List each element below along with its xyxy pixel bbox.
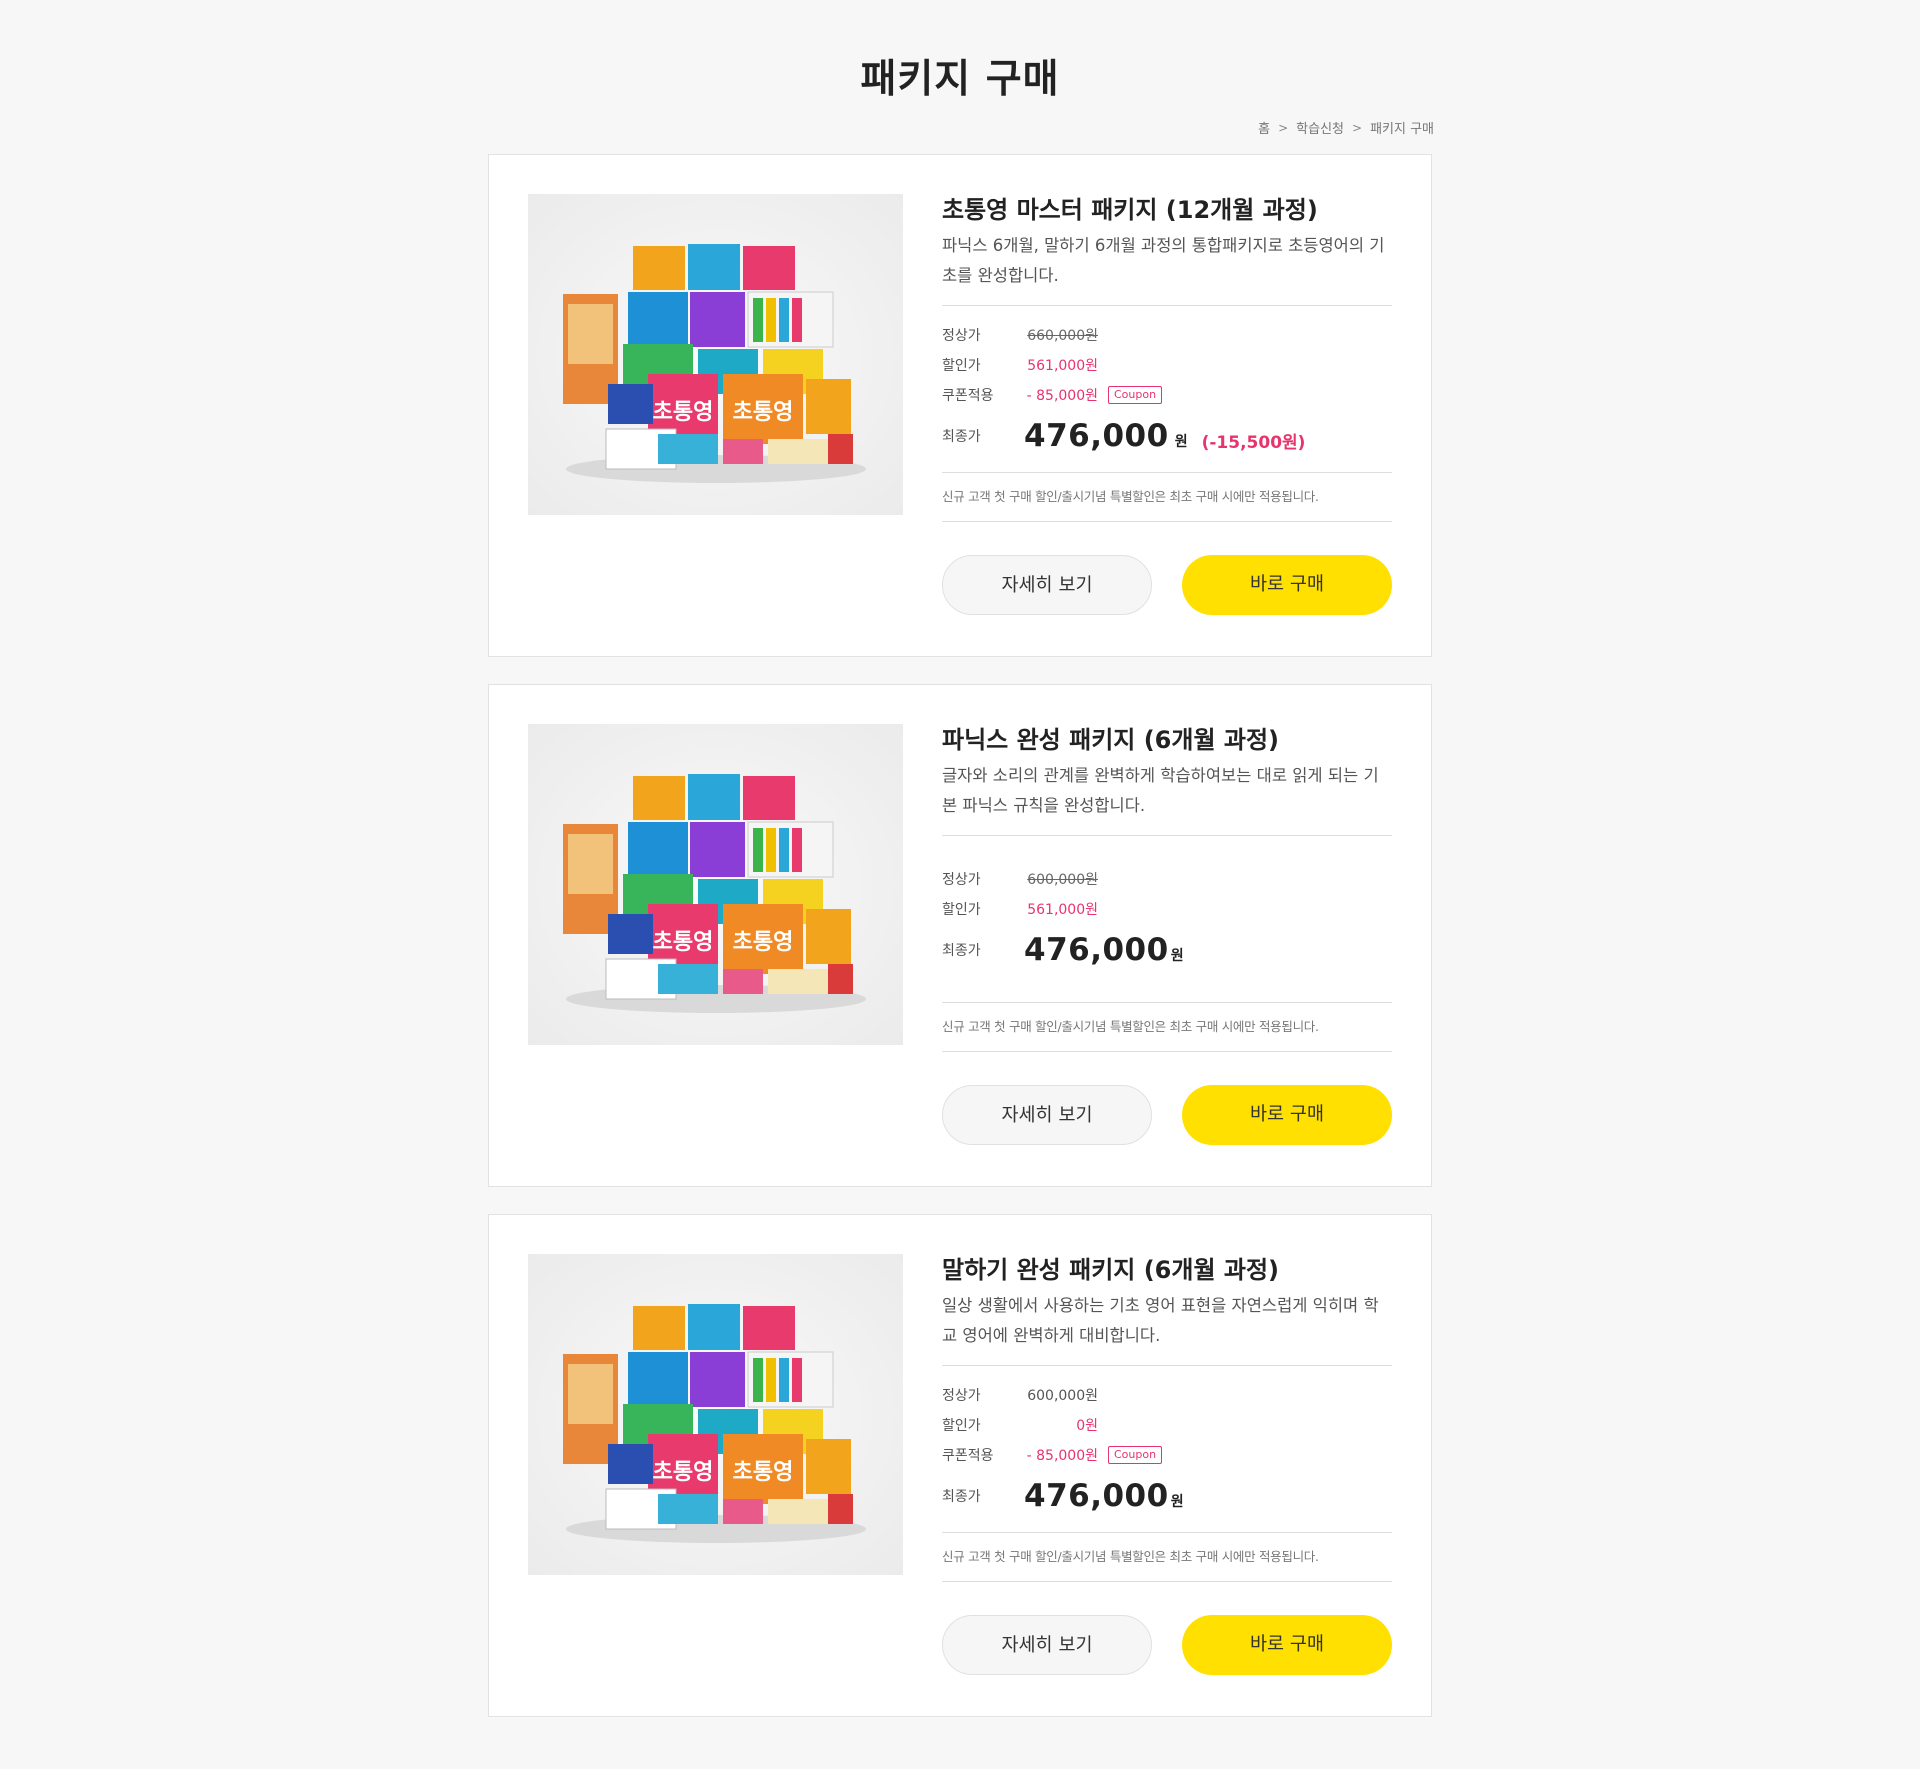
- chevron-right-icon: >: [1278, 120, 1289, 135]
- discount-price-row: 할인가 561,000원: [942, 350, 1392, 380]
- currency-unit: 원: [1174, 434, 1188, 450]
- action-buttons: 자세히 보기 바로 구매: [942, 1615, 1392, 1675]
- regular-price-label: 정상가: [942, 328, 981, 344]
- action-buttons: 자세히 보기 바로 구매: [942, 1085, 1392, 1145]
- package-description: 일상 생활에서 사용하는 기초 영어 표현을 자연스럽게 익히며 학교 영어에 …: [942, 1296, 1379, 1345]
- book-bundle-image: 초통영 초통영: [528, 724, 903, 1045]
- regular-price-row: 정상가 600,000원: [942, 1380, 1392, 1410]
- final-price-value: 476,000: [1024, 1478, 1169, 1514]
- detail-button[interactable]: 자세히 보기: [942, 555, 1152, 615]
- regular-price-row: 정상가 600,000원: [942, 864, 1392, 894]
- divider: [942, 1365, 1392, 1366]
- package-info: 파닉스 완성 패키지 (6개월 과정) 글자와 소리의 관계를 완벽하게 학습하…: [942, 723, 1392, 1052]
- breadcrumb-apply[interactable]: 학습신청: [1296, 118, 1344, 137]
- page-title: 패키지 구매: [860, 57, 1060, 102]
- final-price-value: 476,000: [1024, 418, 1169, 454]
- svg-text:초통영: 초통영: [733, 400, 794, 425]
- breadcrumb-current: 패키지 구매: [1370, 122, 1434, 137]
- final-price-label: 최종가: [942, 1489, 981, 1505]
- svg-text:초통영: 초통영: [733, 1460, 794, 1485]
- breadcrumb: 홈 > 학습신청 > 패키지 구매: [1258, 118, 1434, 138]
- detail-button[interactable]: 자세히 보기: [942, 1615, 1152, 1675]
- package-card-speaking: 초통영 초통영 말하기 완성 패키지 (6개월 과정) 일상 생활에서 사용하는…: [488, 1214, 1432, 1717]
- price-table: 정상가 660,000원 할인가 561,000원 쿠폰적용 - 85,000원…: [942, 320, 1392, 460]
- final-price-value: 476,000: [1024, 932, 1169, 968]
- svg-text:초통영: 초통영: [653, 400, 714, 425]
- buy-now-button[interactable]: 바로 구매: [1182, 1615, 1392, 1675]
- package-description: 글자와 소리의 관계를 완벽하게 학습하여보는 대로 읽게 되는 기본 파닉스 …: [942, 766, 1379, 815]
- chevron-right-icon: >: [1352, 120, 1363, 135]
- divider: [942, 1051, 1392, 1052]
- discount-price-label: 할인가: [942, 902, 981, 918]
- discount-price-value: 0원: [1076, 1418, 1098, 1434]
- final-price-label: 최종가: [942, 943, 981, 959]
- regular-price-label: 정상가: [942, 872, 981, 888]
- price-table: 정상가 600,000원 할인가 561,000원 최종가 476,000 원: [942, 864, 1392, 974]
- divider: [942, 835, 1392, 836]
- discount-price-row: 할인가 0원: [942, 1410, 1392, 1440]
- notice-text: 신규 고객 첫 구매 할인/출시기념 특별할인은 최초 구매 시에만 적용됩니다…: [942, 489, 1319, 504]
- divider: [942, 305, 1392, 306]
- svg-text:초통영: 초통영: [653, 1460, 714, 1485]
- final-price-row: 최종가 476,000 원: [942, 926, 1392, 974]
- discount-price-value: 561,000원: [1027, 358, 1098, 374]
- price-table: 정상가 600,000원 할인가 0원 쿠폰적용 - 85,000원 Coupo…: [942, 1380, 1392, 1520]
- package-card-master: 초통영 초통영 초통영 마스터 패키지 (12개월 과정) 파닉스 6개월, 말…: [488, 154, 1432, 657]
- coupon-row: 쿠폰적용 - 85,000원 Coupon: [942, 380, 1392, 410]
- buy-now-button[interactable]: 바로 구매: [1182, 555, 1392, 615]
- package-info: 초통영 마스터 패키지 (12개월 과정) 파닉스 6개월, 말하기 6개월 과…: [942, 193, 1392, 522]
- book-bundle-image: 초통영 초통영: [528, 194, 903, 515]
- breadcrumb-home[interactable]: 홈: [1258, 118, 1270, 137]
- notice-text: 신규 고객 첫 구매 할인/출시기념 특별할인은 최초 구매 시에만 적용됩니다…: [942, 1549, 1319, 1564]
- final-price-label: 최종가: [942, 429, 981, 445]
- regular-price-row: 정상가 660,000원: [942, 320, 1392, 350]
- currency-unit: 원: [1170, 948, 1184, 964]
- currency-unit: 원: [1170, 1494, 1184, 1510]
- package-name: 초통영 마스터 패키지 (12개월 과정): [942, 196, 1318, 224]
- package-info: 말하기 완성 패키지 (6개월 과정) 일상 생활에서 사용하는 기초 영어 표…: [942, 1253, 1392, 1582]
- detail-button[interactable]: 자세히 보기: [942, 1085, 1152, 1145]
- svg-text:초통영: 초통영: [653, 930, 714, 955]
- coupon-badge: Coupon: [1108, 1446, 1163, 1464]
- coupon-badge: Coupon: [1108, 386, 1163, 404]
- buy-now-button[interactable]: 바로 구매: [1182, 1085, 1392, 1145]
- saving-amount: (-15,500원): [1201, 432, 1306, 453]
- regular-price-value: 600,000원: [1027, 872, 1098, 888]
- package-name: 말하기 완성 패키지 (6개월 과정): [942, 1256, 1280, 1284]
- final-price-row: 최종가 476,000 원: [942, 1472, 1392, 1520]
- discount-price-label: 할인가: [942, 1418, 981, 1434]
- regular-price-value: 660,000원: [1027, 328, 1098, 344]
- discount-price-label: 할인가: [942, 358, 981, 374]
- coupon-value: - 85,000원: [1026, 388, 1098, 404]
- regular-price-value: 600,000원: [1027, 1388, 1098, 1404]
- coupon-label: 쿠폰적용: [942, 1448, 994, 1464]
- discount-price-row: 할인가 561,000원: [942, 894, 1392, 924]
- coupon-row: 쿠폰적용 - 85,000원 Coupon: [942, 1440, 1392, 1470]
- final-price-row: 최종가 476,000 원 (-15,500원): [942, 412, 1392, 460]
- svg-text:초통영: 초통영: [733, 930, 794, 955]
- divider: [942, 521, 1392, 522]
- package-description: 파닉스 6개월, 말하기 6개월 과정의 통합패키지로 초등영어의 기초를 완성…: [942, 236, 1385, 285]
- package-name: 파닉스 완성 패키지 (6개월 과정): [942, 726, 1280, 754]
- action-buttons: 자세히 보기 바로 구매: [942, 555, 1392, 615]
- coupon-value: - 85,000원: [1026, 1448, 1098, 1464]
- regular-price-label: 정상가: [942, 1388, 981, 1404]
- divider: [942, 1581, 1392, 1582]
- discount-price-value: 561,000원: [1027, 902, 1098, 918]
- coupon-label: 쿠폰적용: [942, 388, 994, 404]
- notice-text: 신규 고객 첫 구매 할인/출시기념 특별할인은 최초 구매 시에만 적용됩니다…: [942, 1019, 1319, 1034]
- package-card-phonics: 초통영 초통영 파닉스 완성 패키지 (6개월 과정) 글자와 소리의 관계를 …: [488, 684, 1432, 1187]
- book-bundle-image: 초통영 초통영: [528, 1254, 903, 1575]
